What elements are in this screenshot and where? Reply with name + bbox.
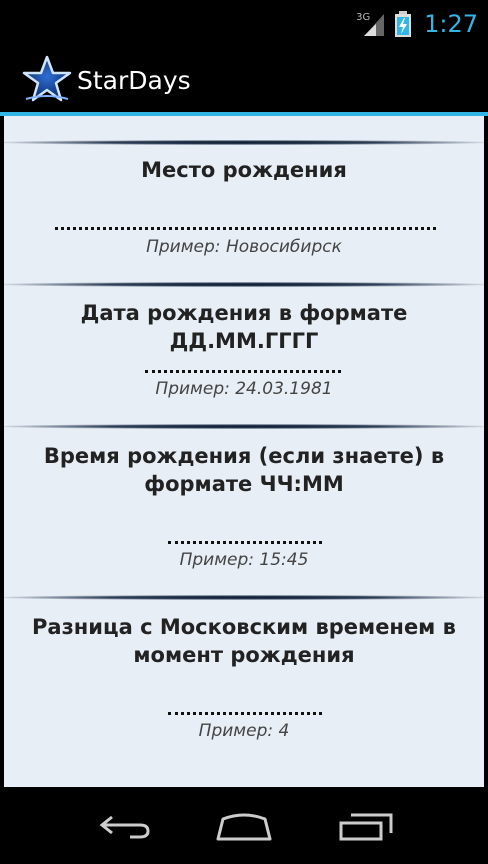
status-bar: 3G 1:27 bbox=[0, 0, 488, 48]
birthplace-example: Пример: Новосибирск bbox=[146, 237, 342, 257]
birthdate-label: Дата рождения в формате ДД.ММ.ГГГГ bbox=[80, 301, 408, 353]
timezone-diff-label: Разница с Московским временем в момент р… bbox=[32, 615, 456, 667]
birthtime-section: Время рождения (если знаете) в формате Ч… bbox=[4, 442, 484, 498]
signal-icon: 3G bbox=[356, 10, 386, 38]
navigation-bar bbox=[0, 787, 488, 864]
birthplace-input[interactable] bbox=[55, 226, 436, 230]
timezone-diff-input[interactable] bbox=[168, 711, 322, 715]
app-title: StarDays bbox=[77, 65, 191, 95]
home-icon[interactable] bbox=[209, 803, 279, 847]
section-separator bbox=[4, 595, 484, 600]
birthtime-input[interactable] bbox=[168, 540, 322, 544]
network-type-label: 3G bbox=[356, 12, 371, 23]
birthdate-input[interactable] bbox=[145, 369, 341, 373]
timezone-diff-example: Пример: 4 bbox=[198, 721, 290, 741]
status-clock: 1:27 bbox=[424, 10, 478, 38]
timezone-diff-section: Разница с Московским временем в момент р… bbox=[4, 613, 484, 669]
birthplace-section: Место рождения bbox=[4, 156, 484, 184]
action-bar: StarDays bbox=[0, 48, 488, 112]
birthtime-example: Пример: 15:45 bbox=[179, 550, 309, 570]
birthdate-example: Пример: 24.03.1981 bbox=[155, 379, 333, 399]
star-icon[interactable] bbox=[22, 55, 72, 105]
section-separator bbox=[4, 140, 484, 145]
birthtime-label: Время рождения (если знаете) в формате Ч… bbox=[43, 444, 445, 496]
birthplace-label: Место рождения bbox=[141, 158, 347, 182]
birthdate-section: Дата рождения в формате ДД.ММ.ГГГГ bbox=[4, 299, 484, 355]
section-separator bbox=[4, 282, 484, 287]
battery-icon bbox=[392, 10, 414, 38]
status-icons: 3G 1:27 bbox=[356, 8, 478, 40]
form-content: Место рождения Пример: Новосибирск Дата … bbox=[4, 116, 484, 787]
back-icon[interactable] bbox=[90, 803, 160, 847]
section-separator bbox=[4, 424, 484, 429]
recent-apps-icon[interactable] bbox=[333, 803, 403, 847]
